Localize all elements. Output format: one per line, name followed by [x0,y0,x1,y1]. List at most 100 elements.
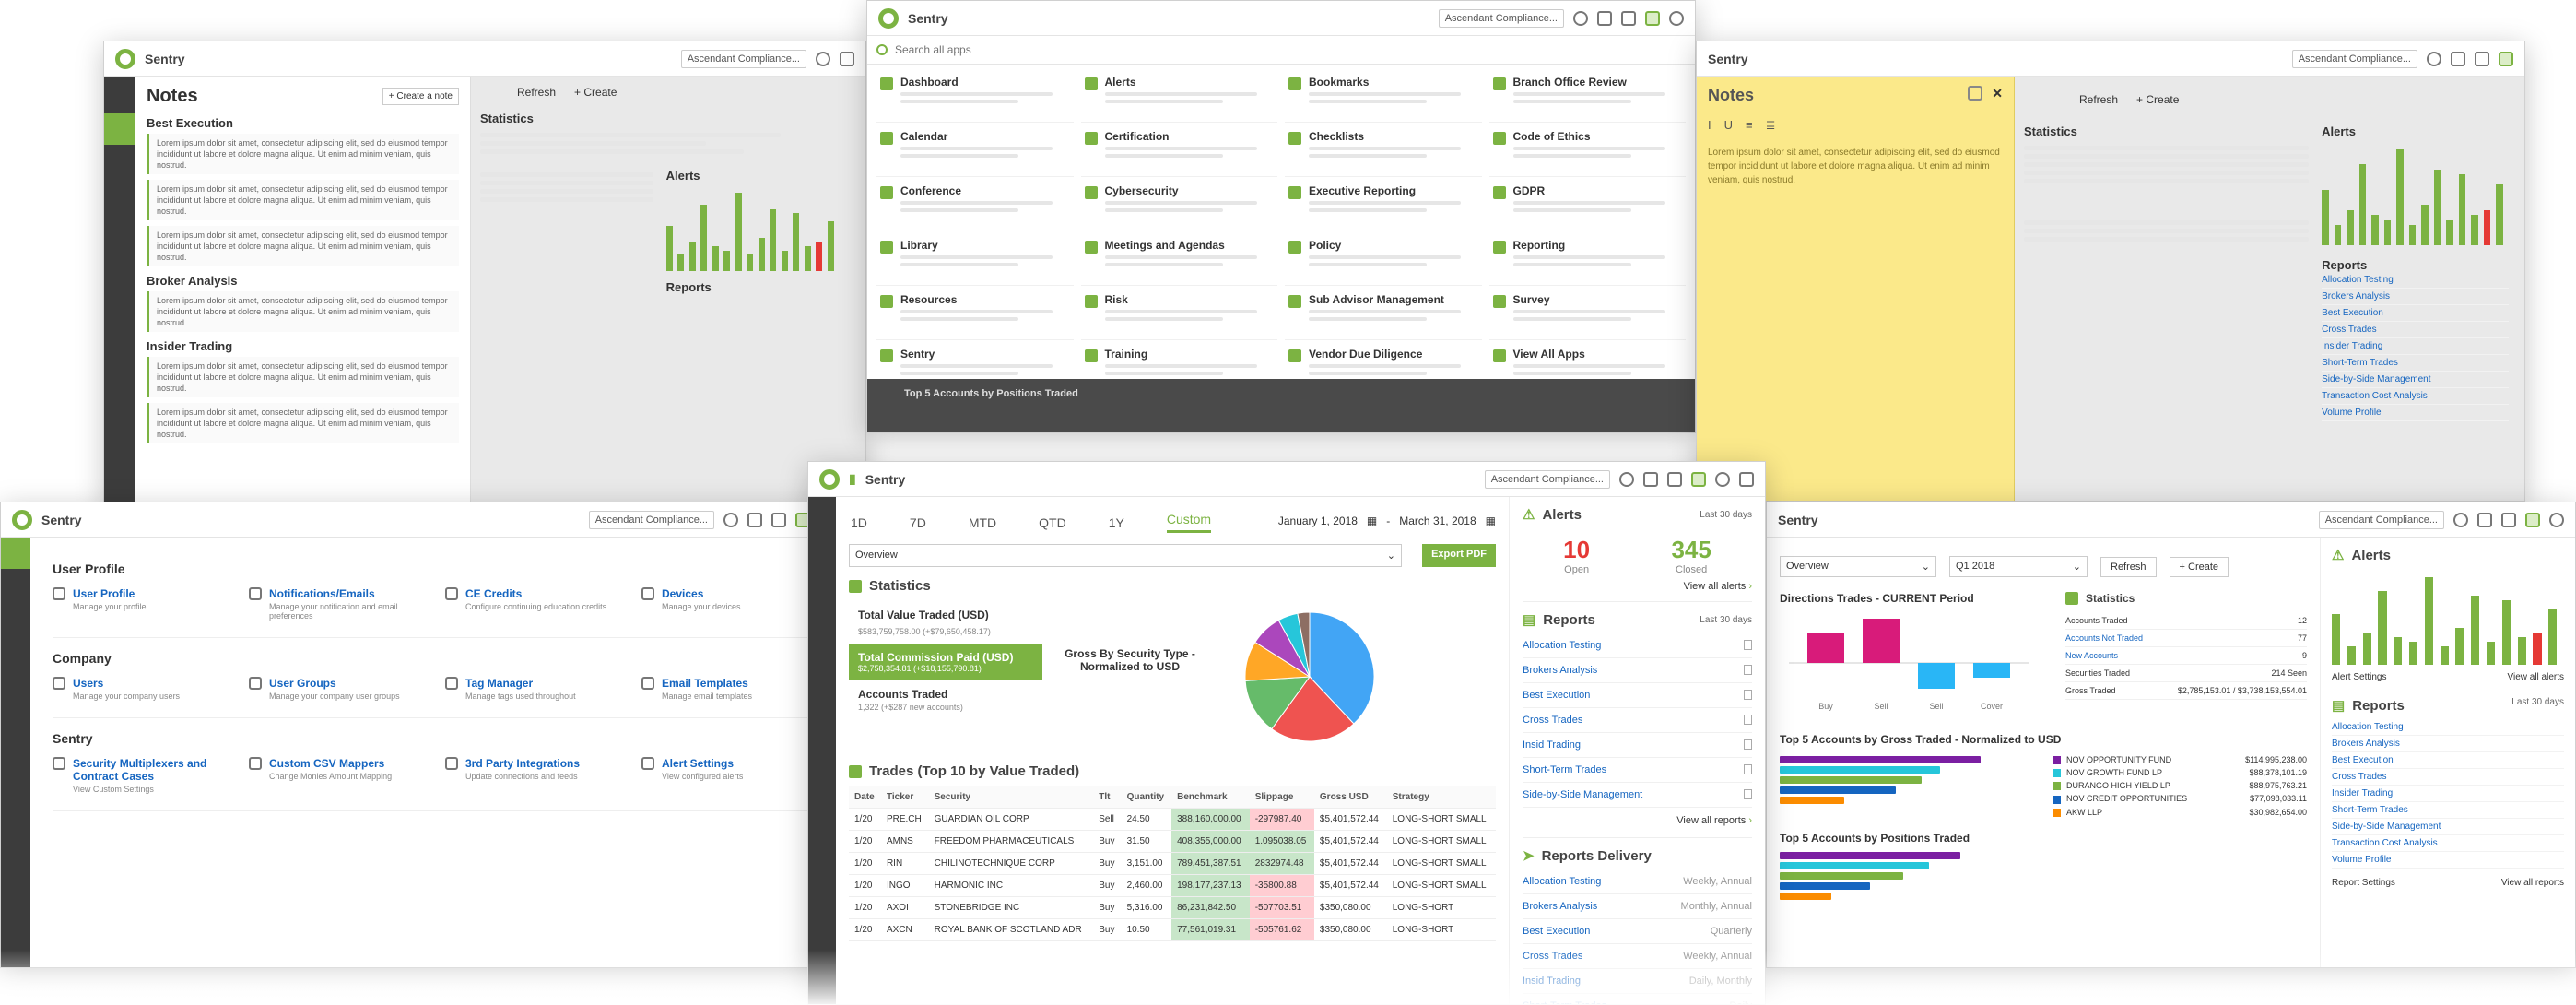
report-link[interactable]: Insider Trading [2332,786,2564,802]
create-button[interactable]: + Create [2169,556,2229,577]
user-company-selector[interactable]: Ascendant Compliance... [1438,8,1564,28]
refresh-button[interactable]: Refresh [2100,556,2157,577]
create-button[interactable]: + Create [2136,93,2179,106]
app-tile[interactable]: Code of Ethics [1488,124,1686,177]
report-link[interactable]: Cross Trades [2332,769,2564,786]
note-item[interactable]: Lorem ipsum dolor sit amet, consectetur … [147,134,459,174]
statistics-label[interactable]: New Accounts [2065,651,2118,660]
report-link[interactable]: Side-by-Side Management [1523,783,1752,808]
user-icon[interactable] [1715,471,1730,487]
column-header[interactable]: Slippage [1249,786,1314,809]
app-tile[interactable]: Dashboard [876,70,1074,123]
view-all-alerts-link[interactable]: View all alerts [1684,581,1747,592]
app-tile[interactable]: Executive Reporting [1285,179,1482,231]
app-tile[interactable]: Conference [876,179,1074,231]
report-link[interactable]: Volume Profile [2332,852,2564,869]
search-icon[interactable] [1619,471,1634,487]
table-row[interactable]: 1/20 AXOI STONEBRIDGE INC Buy 5,316.00 86,231… [849,896,1496,919]
column-header[interactable]: Date [849,786,881,809]
print-icon[interactable] [1968,86,1983,100]
note-item[interactable]: Lorem ipsum dolor sit amet, consectetur … [147,226,459,266]
report-link[interactable]: Side-by-Side Management [2322,372,2509,388]
settings-item[interactable]: Users Manage your company users [53,677,234,701]
column-header[interactable]: Security [928,786,1094,809]
create-note-button[interactable]: + Create a note [382,88,459,105]
closed-alerts-count[interactable]: 345 [1671,536,1711,564]
settings-item[interactable]: User Groups Manage your company user grou… [249,677,430,701]
settings-item[interactable]: Security Multiplexers and Contract Cases… [53,757,234,794]
settings-item[interactable]: Tag Manager Manage tags used throughout [445,677,627,701]
tab-1d[interactable]: 1D [851,515,867,530]
report-link[interactable]: Insid Trading [1523,733,1752,758]
user-company-selector[interactable]: Ascendant Compliance... [680,49,806,68]
column-header[interactable]: Strategy [1386,786,1496,809]
report-link[interactable]: Volume Profile [2322,405,2509,421]
report-link[interactable]: Short-Term Trades [2332,802,2564,819]
column-header[interactable]: Ticker [880,786,929,809]
table-row[interactable]: 1/20 AMNS FREEDOM PHARMACEUTICALS Buy 31.50 4… [849,830,1496,853]
tab-qtd[interactable]: QTD [1039,515,1066,530]
settings-item[interactable]: Email Templates Manage email templates [641,677,823,701]
refresh-button[interactable]: Refresh [2079,93,2118,106]
delivery-row[interactable]: Allocation Testing Weekly, Annual [1523,869,1752,894]
export-pdf-button[interactable]: Export PDF [1422,544,1496,567]
table-row[interactable]: 1/20 RIN CHILINOTECHNIQUE CORP Buy 3,151.00 7… [849,852,1496,875]
search-icon[interactable] [2453,512,2468,527]
report-link[interactable]: Brokers Analysis [1523,658,1752,683]
note-item[interactable]: Lorem ipsum dolor sit amet, consectetur … [147,403,459,443]
report-link[interactable]: Best Execution [1523,683,1752,708]
user-icon[interactable] [2549,512,2564,527]
user-company-selector[interactable]: Ascendant Compliance... [588,510,714,529]
report-link[interactable]: Cross Trades [1523,708,1752,733]
settings-item[interactable]: CE Credits Configure continuing education… [445,587,627,621]
column-header[interactable]: Quantity [1121,786,1172,809]
settings-item[interactable]: 3rd Party Integrations Update connections… [445,757,627,794]
settings-item[interactable]: Notifications/Emails Manage your notifica… [249,587,430,621]
app-tile[interactable]: Branch Office Review [1488,70,1686,123]
search-icon[interactable] [1573,10,1588,26]
note-item[interactable]: Lorem ipsum dolor sit amet, consectetur … [147,291,459,332]
table-row[interactable]: 1/20 PRE.CH GUARDIAN OIL CORP Sell 24.50 388,… [849,808,1496,831]
view-all-reports-link[interactable]: View all reports [1676,815,1746,826]
table-row[interactable]: 1/20 INGO HARMONIC INC Buy 2,460.00 198,177,2… [849,874,1496,897]
app-tile[interactable]: Meetings and Agendas [1080,233,1277,286]
note-item[interactable]: Lorem ipsum dolor sit amet, consectetur … [147,180,459,220]
report-link[interactable]: Allocation Testing [1523,633,1752,658]
settings-item[interactable]: Devices Manage your devices [641,587,823,621]
app-tile[interactable]: Library [876,233,1074,286]
refresh-button[interactable]: Refresh [517,86,556,99]
underline-icon[interactable]: U [1724,118,1733,133]
app-tile[interactable]: Bookmarks [1285,70,1482,123]
open-alerts-count[interactable]: 10 [1563,536,1590,564]
column-header[interactable]: Gross USD [1313,786,1387,809]
report-link[interactable]: Best Execution [2332,752,2564,769]
sidebar-item-settings[interactable] [1,538,30,569]
app-tile[interactable]: Policy [1285,233,1482,286]
overview-select[interactable]: Overview ⌄ [849,544,1402,567]
report-link[interactable]: Brokers Analysis [2332,736,2564,752]
date-to[interactable]: March 31, 2018 [1399,514,1476,527]
settings-item[interactable]: Alert Settings View configured alerts [641,757,823,794]
reports-range-select[interactable]: Last 30 days [2511,697,2564,714]
print-icon[interactable] [1597,10,1612,26]
apps-icon[interactable] [1645,10,1660,26]
commission-card[interactable]: Total Commission Paid (USD) $2,758,354.8… [849,644,1042,680]
app-tile[interactable]: Checklists [1285,124,1482,177]
statistics-label[interactable]: Accounts Not Traded [2065,633,2143,643]
calendar-icon[interactable] [1621,10,1636,26]
reports-range-select[interactable]: Last 30 days [1700,615,1752,625]
apps-search-input[interactable] [895,43,1264,56]
report-settings-link[interactable]: Report Settings [2332,878,2395,888]
print-icon[interactable] [2451,51,2465,66]
app-tile[interactable]: GDPR [1488,179,1686,231]
calendar-icon[interactable] [2501,512,2516,527]
calendar-icon[interactable]: ▦ [1367,514,1377,527]
report-link[interactable]: Short-Term Trades [2322,355,2509,372]
quarter-select[interactable]: Q1 2018 ⌄ [1949,556,2088,577]
alert-settings-link[interactable]: Alert Settings [2332,672,2386,682]
app-tile[interactable]: Sub Advisor Management [1285,288,1482,340]
note-item[interactable]: Lorem ipsum dolor sit amet, consectetur … [147,357,459,397]
apps-icon[interactable] [1691,471,1706,487]
app-tile[interactable]: Resources [876,288,1074,340]
user-company-selector[interactable]: Ascendant Compliance... [1484,469,1610,489]
